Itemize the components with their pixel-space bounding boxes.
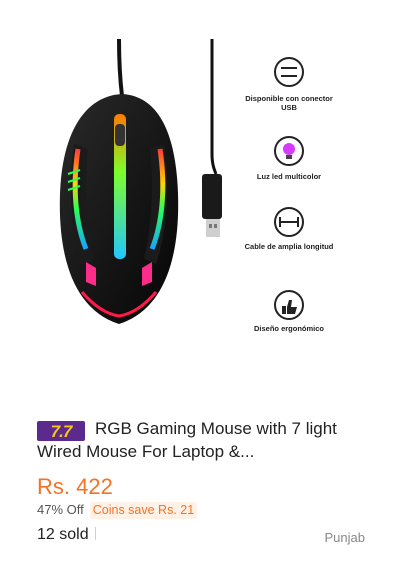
gaming-mouse-illustration [59, 38, 304, 324]
sold-row: 12 sold [37, 526, 96, 544]
rgb-led-icon [274, 136, 304, 166]
sold-count: 12 sold [37, 526, 89, 543]
feature-label-ergonomic: Diseño ergonómico [253, 324, 324, 333]
product-price: Rs. 422 [37, 474, 113, 499]
campaign-badge: 7.7 [37, 421, 85, 441]
divider [94, 527, 96, 540]
coins-save-badge: Coins save Rs. 21 [89, 502, 198, 519]
product-image[interactable]: Disponible con conector USB Luz led mult… [24, 24, 378, 389]
discount-percent: 47% Off [37, 502, 84, 517]
seller-location: Punjab [324, 530, 365, 545]
feature-label-cable: Cable de amplia longitud [244, 242, 334, 251]
product-title-row[interactable]: 7.7 RGB Gaming Mouse with 7 light Wired M… [37, 418, 367, 463]
feature-label-led: Luz led multicolor [256, 172, 322, 181]
feature-label-usb: Disponible con conector USB [245, 94, 333, 112]
cable-length-icon [274, 207, 304, 237]
thumbs-up-icon [274, 290, 304, 320]
product-card[interactable]: Disponible con conector USB Luz led mult… [0, 0, 405, 588]
usb-icon [274, 57, 304, 87]
discount-row: 47% Off Coins save Rs. 21 [37, 502, 198, 519]
